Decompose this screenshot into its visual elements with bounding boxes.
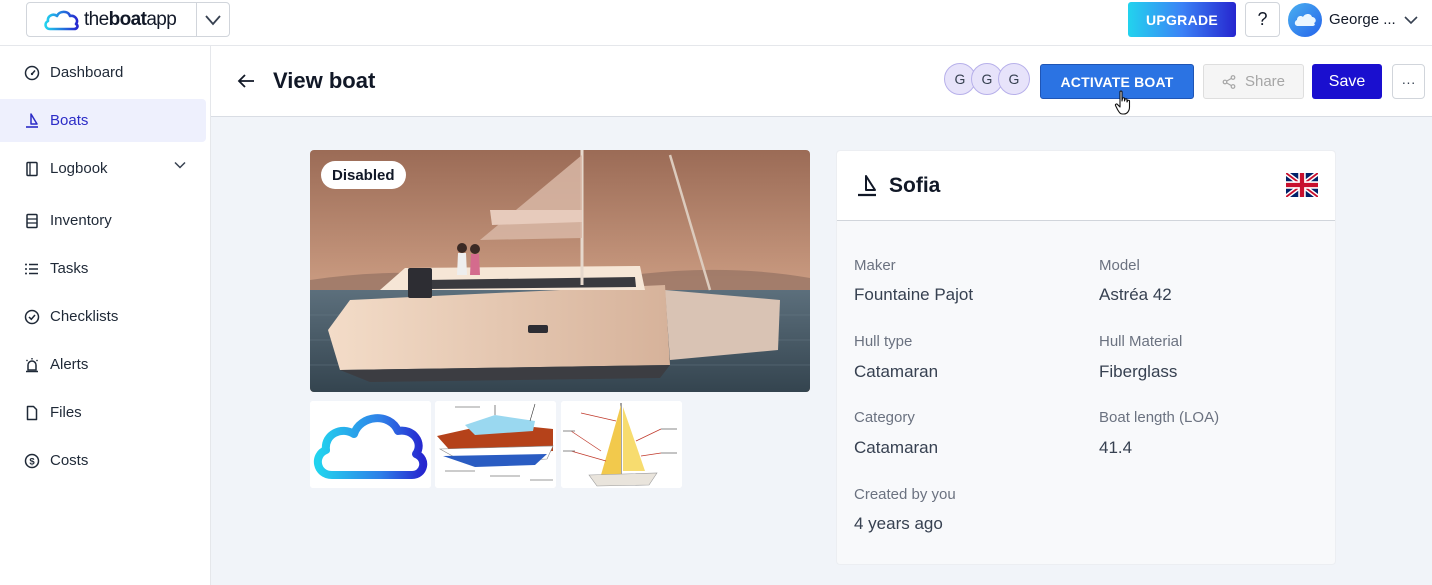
sidebar-item-tasks[interactable]: Tasks bbox=[0, 247, 206, 290]
save-button[interactable]: Save bbox=[1312, 64, 1382, 99]
boat-diagram-thumbnail bbox=[435, 401, 556, 488]
hull-material-label: Hull Material bbox=[1099, 333, 1183, 350]
photo-thumbnail[interactable] bbox=[435, 401, 556, 488]
app-name: theboatapp bbox=[84, 8, 177, 30]
sidebar-item-label: Files bbox=[50, 404, 82, 421]
sidebar-item-label: Costs bbox=[50, 452, 89, 469]
sidebar-item-checklists[interactable]: Checklists bbox=[0, 295, 206, 338]
cloud-logo-icon bbox=[310, 401, 431, 488]
sidebar-item-label: Alerts bbox=[50, 356, 89, 373]
cabinet-icon bbox=[23, 212, 41, 230]
share-label: Share bbox=[1244, 73, 1286, 90]
cloud-logo-icon bbox=[44, 10, 79, 30]
sidebar-item-inventory[interactable]: Inventory bbox=[0, 199, 206, 242]
sidebar-item-label: Checklists bbox=[50, 308, 119, 325]
dollar-circle-icon: $ bbox=[23, 452, 41, 470]
chevron-down-icon bbox=[1404, 15, 1418, 24]
boat-main-photo[interactable]: Disabled bbox=[310, 150, 810, 392]
hand-cursor-icon bbox=[1114, 90, 1131, 115]
page-title: View boat bbox=[273, 68, 376, 93]
page-header: View boat G G G ACTIVATE BOAT Share Save… bbox=[211, 46, 1432, 117]
user-menu[interactable]: George ... bbox=[1288, 2, 1418, 37]
category-label: Category bbox=[854, 409, 915, 426]
sidebar-item-alerts[interactable]: Alerts bbox=[0, 343, 206, 386]
photo-thumbnail[interactable] bbox=[310, 401, 431, 488]
app-switcher-dropdown[interactable] bbox=[197, 3, 229, 36]
maker-label: Maker bbox=[854, 257, 896, 274]
back-button[interactable] bbox=[235, 70, 257, 92]
boat-details-card: Sofia Maker Fountaine Pajot Model Astréa… bbox=[836, 150, 1336, 565]
hull-type-label: Hull type bbox=[854, 333, 913, 350]
top-bar: theboatapp UPGRADE ? George ... bbox=[0, 0, 1432, 46]
sidebar-item-label: Dashboard bbox=[50, 64, 124, 81]
sidebar-item-label: Tasks bbox=[50, 260, 89, 277]
model-value: Astréa 42 bbox=[1099, 285, 1172, 304]
svg-text:$: $ bbox=[29, 456, 35, 467]
created-value: 4 years ago bbox=[854, 514, 943, 533]
sailboat-icon bbox=[23, 112, 41, 130]
cloud-icon bbox=[1294, 13, 1316, 26]
category-value: Catamaran bbox=[854, 438, 939, 457]
list-icon bbox=[23, 260, 41, 278]
boat-length-value: 41.4 bbox=[1099, 438, 1133, 457]
sidebar-item-dashboard[interactable]: Dashboard bbox=[0, 51, 206, 94]
user-name: George ... bbox=[1329, 11, 1396, 28]
created-label: Created by you bbox=[854, 486, 956, 503]
collaborator-avatars[interactable]: G G G bbox=[944, 63, 1030, 95]
sidebar-item-logbook[interactable]: Logbook bbox=[0, 147, 206, 190]
help-button[interactable]: ? bbox=[1245, 2, 1280, 37]
upgrade-button[interactable]: UPGRADE bbox=[1128, 2, 1236, 37]
boat-length-label: Boat length (LOA) bbox=[1099, 409, 1220, 426]
sailboat-icon bbox=[858, 175, 876, 197]
maker-value: Fountaine Pajot bbox=[854, 285, 974, 304]
status-badge: Disabled bbox=[321, 161, 406, 189]
arrow-left-icon bbox=[237, 74, 254, 88]
sidebar-item-files[interactable]: Files bbox=[0, 391, 206, 434]
card-header: Sofia bbox=[837, 151, 1335, 221]
file-icon bbox=[23, 404, 41, 422]
sidebar: Dashboard Boats Logbook Inventory Tasks … bbox=[0, 46, 211, 585]
hull-type-value: Catamaran bbox=[854, 362, 939, 381]
sidebar-item-label: Logbook bbox=[50, 160, 108, 177]
sidebar-item-costs[interactable]: $ Costs bbox=[0, 439, 206, 482]
more-options-button[interactable]: ··· bbox=[1392, 64, 1425, 99]
avatar bbox=[1288, 2, 1322, 37]
alarm-icon bbox=[23, 356, 41, 374]
share-icon bbox=[1222, 74, 1236, 89]
share-button[interactable]: Share bbox=[1203, 64, 1304, 99]
chevron-down-icon bbox=[205, 14, 221, 25]
book-icon bbox=[23, 160, 41, 178]
gauge-icon bbox=[23, 64, 41, 82]
avatar[interactable]: G bbox=[998, 63, 1030, 95]
app-logo[interactable]: theboatapp bbox=[27, 3, 197, 36]
model-label: Model bbox=[1099, 257, 1140, 274]
photo-thumbnail[interactable] bbox=[561, 401, 682, 488]
app-switcher[interactable]: theboatapp bbox=[26, 2, 230, 37]
uk-flag-icon bbox=[1286, 173, 1318, 197]
sidebar-item-boats[interactable]: Boats bbox=[0, 99, 206, 142]
boat-name: Sofia bbox=[889, 174, 941, 197]
chevron-down-icon[interactable] bbox=[174, 161, 186, 169]
sailboat-diagram-thumbnail bbox=[561, 401, 682, 488]
check-circle-icon bbox=[23, 308, 41, 326]
sidebar-item-label: Boats bbox=[50, 112, 89, 129]
sidebar-item-label: Inventory bbox=[50, 212, 112, 229]
hull-material-value: Fiberglass bbox=[1099, 362, 1178, 381]
